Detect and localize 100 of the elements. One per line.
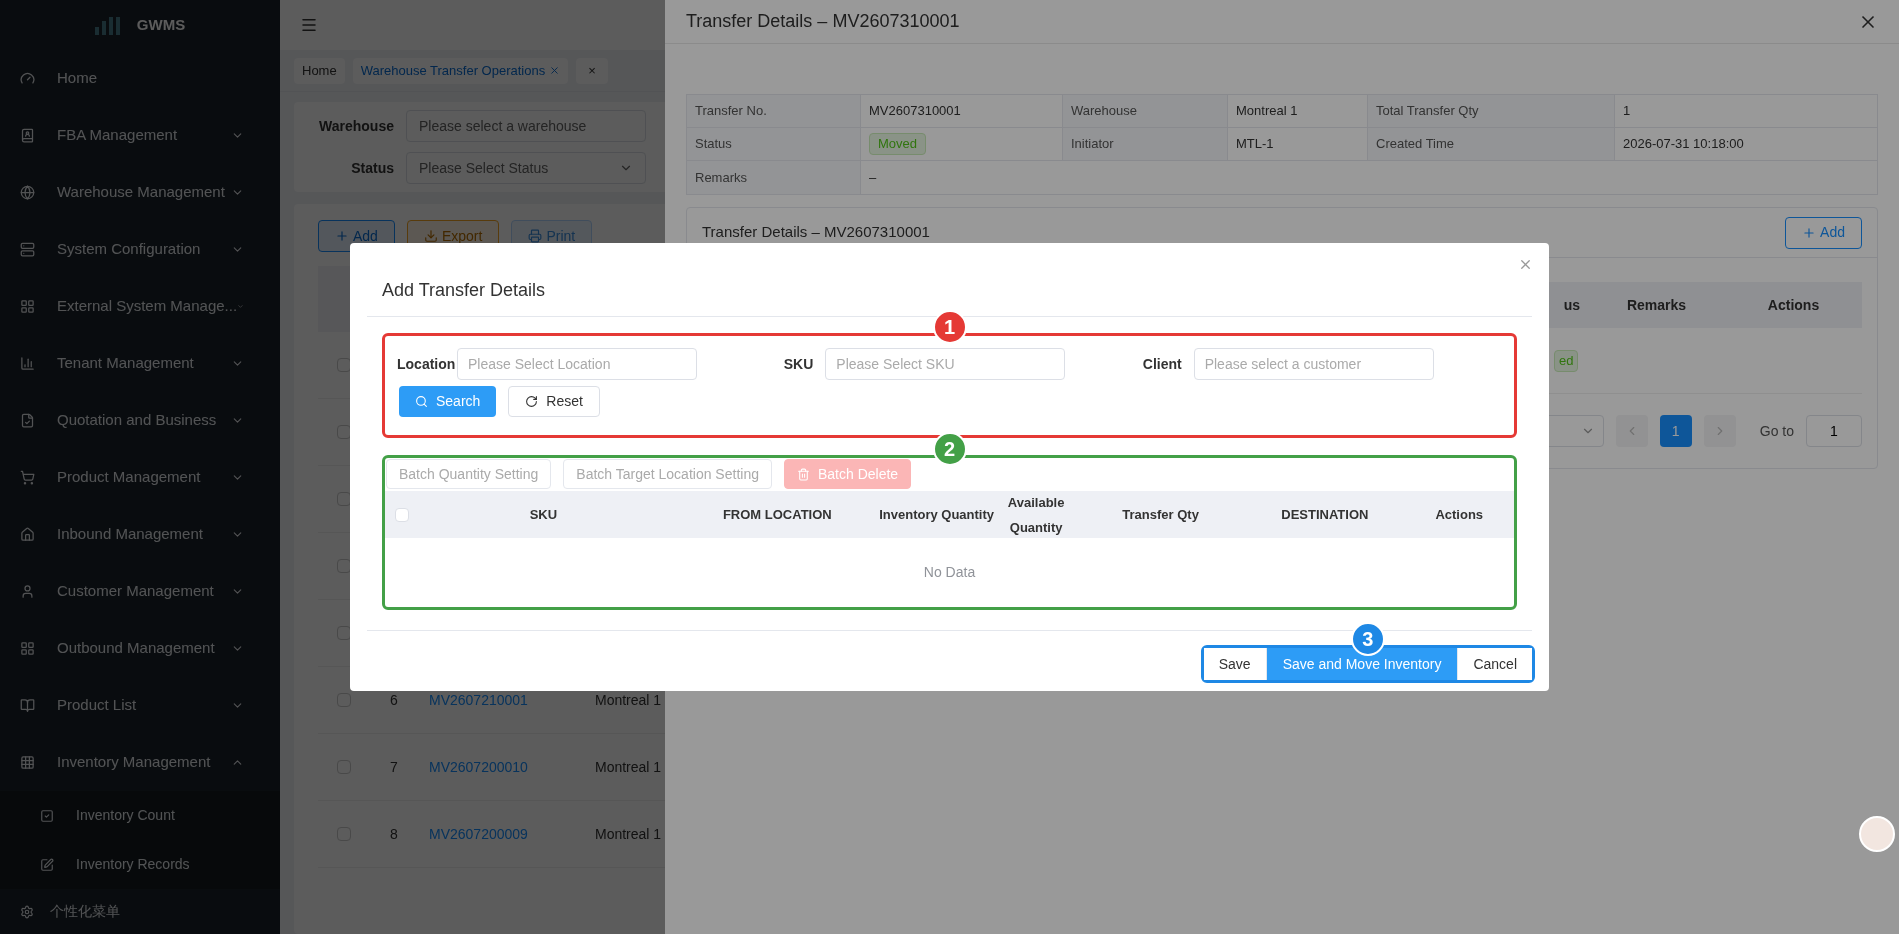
dialog-title: Add Transfer Details <box>382 279 546 302</box>
column-header: DESTINATION <box>1280 506 1370 524</box>
reset-icon <box>525 395 539 408</box>
description-label: Initiator <box>1063 128 1228 160</box>
menu-item-icon <box>20 413 35 428</box>
transfer-number-link[interactable]: MV2607200009 <box>429 823 595 845</box>
menu-icon[interactable] <box>300 16 318 34</box>
sidebar-menu-item[interactable]: Quotation and Business <box>0 392 280 449</box>
menu-item-icon <box>20 299 35 314</box>
row-index: 8 <box>390 824 399 844</box>
status-tag: ed <box>1554 349 1579 372</box>
status-tag: Moved <box>869 133 927 155</box>
logo-icon <box>94 15 121 35</box>
select-field[interactable]: Please Select Location <box>457 348 697 380</box>
goto-input[interactable]: 1 <box>1806 415 1862 447</box>
goto-label: Go to <box>1759 421 1794 441</box>
previous-page-button[interactable] <box>1615 415 1648 447</box>
field-label: Location <box>397 354 457 374</box>
drawer-title: Transfer Details – MV2607310001 <box>686 10 960 33</box>
menu-item-icon <box>20 527 35 542</box>
dialog-footer-button[interactable]: Save and Move Inventory <box>1266 648 1458 680</box>
button-icon <box>423 229 438 243</box>
menu-item-icon <box>20 470 35 485</box>
column-header: Available Quantity <box>1006 493 1066 537</box>
warehouse-cell-text: Montreal 1 <box>595 824 662 844</box>
column-header: Actions <box>1766 295 1821 315</box>
sidebar-menu-item[interactable]: Warehouse Management <box>0 164 280 221</box>
dialog-footer-button[interactable]: Save <box>1203 648 1267 680</box>
field-label: Client <box>1141 354 1183 374</box>
plus-icon <box>1802 225 1817 240</box>
search-button[interactable]: Search <box>399 386 497 417</box>
transfer-number-link[interactable]: MV2607210001 <box>429 689 595 711</box>
number-badge: 1 <box>932 310 967 344</box>
button-icon <box>335 229 349 243</box>
sidebar-menu-item[interactable]: Product List <box>0 677 280 734</box>
warehouse-input[interactable]: Please select a warehouse <box>406 110 646 142</box>
select-field[interactable]: Please select a customer <box>1193 348 1434 380</box>
personalize-menu-item[interactable]: 个性化菜单 <box>0 889 280 934</box>
menu-item-icon <box>20 356 35 371</box>
menu-item-icon <box>20 128 35 143</box>
sidebar-menu-item[interactable]: External System Manage... <box>0 278 280 335</box>
description-value: 1 <box>1623 102 1631 121</box>
app-logo-text: GWMS <box>136 14 186 35</box>
next-page-button[interactable] <box>1703 415 1736 447</box>
description-label: Total Transfer Qty <box>1368 95 1615 127</box>
settings-icon <box>20 904 34 919</box>
sidebar-menu-item[interactable]: Tenant Management <box>0 335 280 392</box>
column-header: SKU <box>528 506 559 524</box>
sidebar-menu-item[interactable]: System Configuration <box>0 221 280 278</box>
column-header: Transfer Qty <box>1121 506 1200 524</box>
description-label: Remarks <box>687 161 861 194</box>
reset-button[interactable]: Reset <box>508 386 600 417</box>
submenu-item-icon <box>40 857 54 872</box>
menu-item-icon <box>20 698 35 713</box>
search-icon <box>415 395 428 408</box>
description-value: MV2607310001 <box>869 102 961 121</box>
warehouse-cell-text: Montreal 1 <box>595 690 662 710</box>
dialog-footer-button[interactable]: Cancel <box>1457 648 1532 680</box>
submenu-item[interactable]: Inventory Records <box>0 840 280 889</box>
number-badge: 2 <box>932 432 967 466</box>
menu-item-icon <box>20 641 35 656</box>
add-button[interactable]: Add <box>1785 216 1862 249</box>
description-value: Montreal 1 <box>1236 102 1298 121</box>
description-value: – <box>869 168 877 187</box>
description-label: Warehouse <box>1063 95 1228 127</box>
card-title: Transfer Details – MV2607310001 <box>702 222 930 243</box>
page-tab[interactable]: Warehouse Transfer Operations <box>352 57 569 84</box>
sidebar-menu-item[interactable]: Customer Management <box>0 563 280 620</box>
close-icon[interactable] <box>1518 257 1533 272</box>
column-header: Remarks <box>1625 295 1688 315</box>
menu-item-icon <box>20 71 35 86</box>
select-field[interactable]: Please Select SKU <box>825 348 1066 380</box>
description-label: Created Time <box>1368 128 1615 160</box>
status-select[interactable]: Please Select Status <box>406 152 646 184</box>
menu-item-icon <box>20 755 35 770</box>
description-value: MTL-1 <box>1236 135 1274 154</box>
column-header: FROM LOCATION <box>721 506 833 524</box>
close-all-tabs-button[interactable]: × <box>576 57 608 84</box>
submenu-item[interactable]: Inventory Count <box>0 791 280 840</box>
column-header: Inventory Quantity <box>878 506 996 524</box>
select-all-checkbox[interactable] <box>395 507 409 522</box>
warehouse-cell-text: Montreal 1 <box>595 757 662 777</box>
number-badge: 3 <box>1350 622 1385 656</box>
field-label: SKU <box>782 354 815 374</box>
sidebar-menu-item[interactable]: Inventory Management <box>0 734 280 791</box>
sidebar-menu-item[interactable]: FBA Management <box>0 107 280 164</box>
row-index: 7 <box>390 757 399 777</box>
menu-item-icon <box>20 584 35 599</box>
sidebar-menu-item[interactable]: Inbound Management <box>0 506 280 563</box>
sidebar-menu-item[interactable]: Product Management <box>0 449 280 506</box>
sidebar-menu-item[interactable]: Outbound Management <box>0 620 280 677</box>
column-header: Actions <box>1434 506 1485 524</box>
page-number-button[interactable]: 1 <box>1659 415 1692 447</box>
sidebar-menu-item[interactable]: Home <box>0 50 280 107</box>
page-tab[interactable]: Home <box>294 57 345 84</box>
row-index: 6 <box>390 690 399 710</box>
menu-item-icon <box>20 185 35 200</box>
column-header: us <box>1562 295 1581 315</box>
transfer-number-link[interactable]: MV2607200010 <box>429 756 595 778</box>
description-label: Transfer No. <box>687 95 861 127</box>
